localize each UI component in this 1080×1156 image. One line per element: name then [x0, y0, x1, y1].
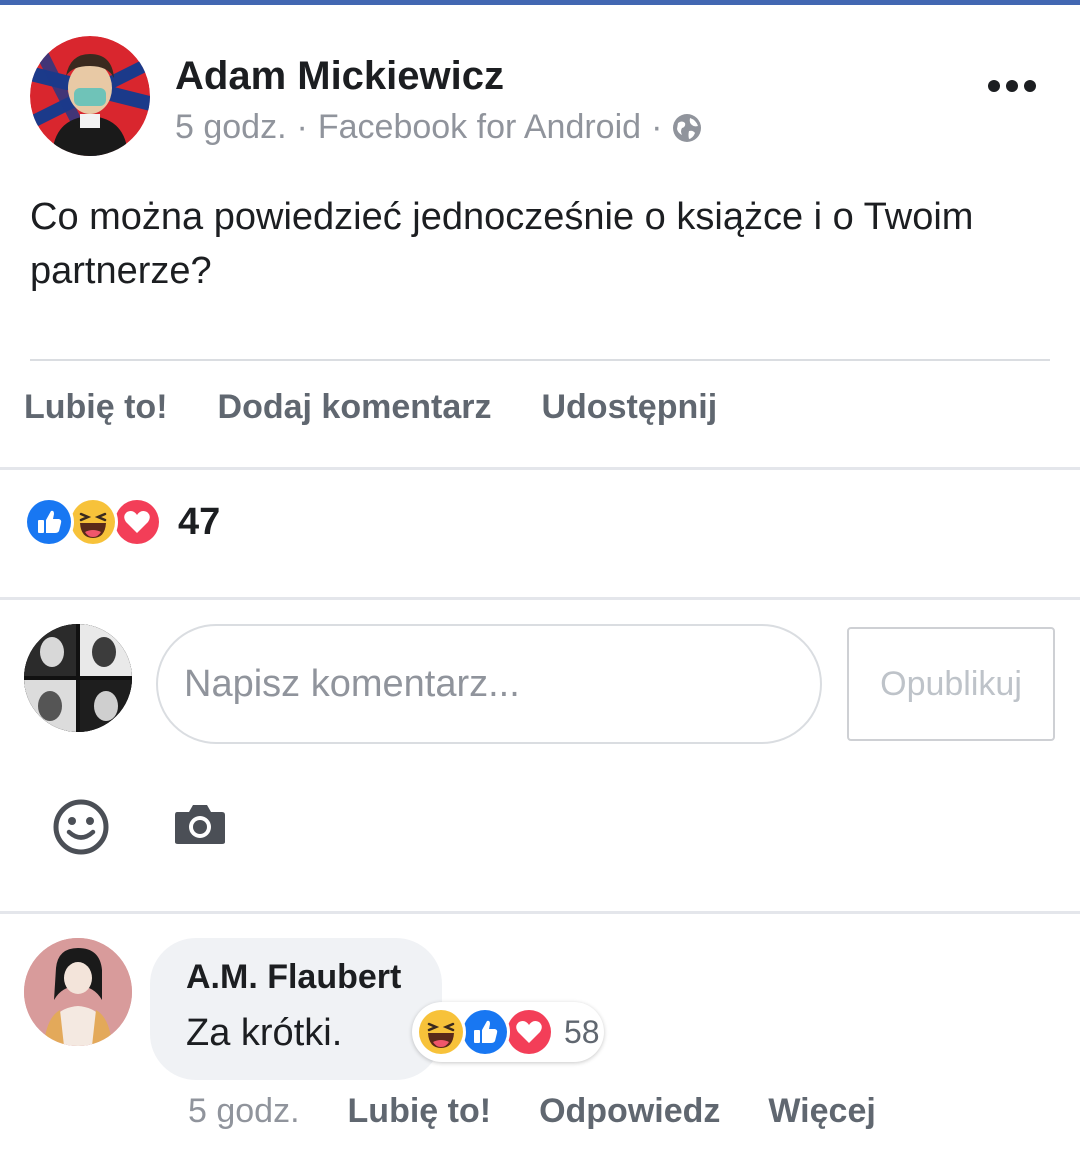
- globe-icon: [672, 113, 702, 143]
- reactions-summary[interactable]: 47: [24, 496, 220, 548]
- commenter-avatar[interactable]: [24, 938, 132, 1046]
- commenter-name[interactable]: A.M. Flaubert: [186, 958, 401, 997]
- comment-reply-button[interactable]: Odpowiedz: [539, 1092, 720, 1131]
- love-reaction-icon: [112, 497, 162, 547]
- comment-text: Za krótki.: [186, 1012, 343, 1054]
- post-actions: Lubię to! Dodaj komentarz Udostępnij: [24, 388, 717, 438]
- haha-reaction-icon: [416, 1007, 466, 1057]
- dot: [1024, 80, 1036, 92]
- dot: [1006, 80, 1018, 92]
- post-meta: 5 godz. · Facebook for Android ·: [175, 108, 702, 147]
- meta-separator: ·: [651, 108, 663, 146]
- comment-reaction-count: 58: [564, 1013, 600, 1050]
- comment-more-button[interactable]: Więcej: [768, 1092, 875, 1131]
- comment-input[interactable]: [156, 624, 822, 744]
- add-comment-button[interactable]: Dodaj komentarz: [218, 388, 492, 438]
- divider: [0, 467, 1080, 470]
- comment-like-button[interactable]: Lubię to!: [348, 1092, 492, 1131]
- dot: [988, 80, 1000, 92]
- haha-reaction-icon: [68, 497, 118, 547]
- top-accent-bar: [0, 0, 1080, 5]
- camera-icon[interactable]: [173, 802, 227, 846]
- post-text: Co można powiedzieć jednocześnie o książ…: [30, 196, 974, 292]
- share-button[interactable]: Udostępnij: [541, 388, 717, 438]
- post-source: Facebook for Android: [317, 108, 642, 146]
- love-reaction-icon: [504, 1007, 554, 1057]
- post-header: Adam Mickiewicz 5 godz. · Facebook for A…: [30, 36, 1050, 156]
- comment-bubble: A.M. Flaubert Za krótki.: [150, 938, 442, 1080]
- author-name[interactable]: Adam Mickiewicz: [175, 54, 504, 99]
- publish-button[interactable]: Opublikuj: [847, 627, 1055, 741]
- meta-separator: ·: [296, 108, 308, 146]
- author-avatar[interactable]: [30, 36, 150, 156]
- comment-actions: 5 godz. Lubię to! Odpowiedz Więcej: [188, 1092, 876, 1131]
- divider: [0, 597, 1080, 600]
- current-user-avatar: [24, 624, 132, 732]
- like-reaction-icon: [460, 1007, 510, 1057]
- comment-reactions[interactable]: 58: [412, 1002, 604, 1062]
- comment-time: 5 godz.: [188, 1092, 300, 1130]
- divider: [30, 359, 1050, 361]
- post-time[interactable]: 5 godz.: [175, 108, 287, 147]
- divider: [0, 911, 1080, 914]
- reaction-count: 47: [178, 500, 221, 543]
- like-reaction-icon: [24, 497, 74, 547]
- more-options-icon[interactable]: [988, 74, 1040, 98]
- like-button[interactable]: Lubię to!: [24, 388, 168, 438]
- emoji-icon[interactable]: [52, 798, 110, 856]
